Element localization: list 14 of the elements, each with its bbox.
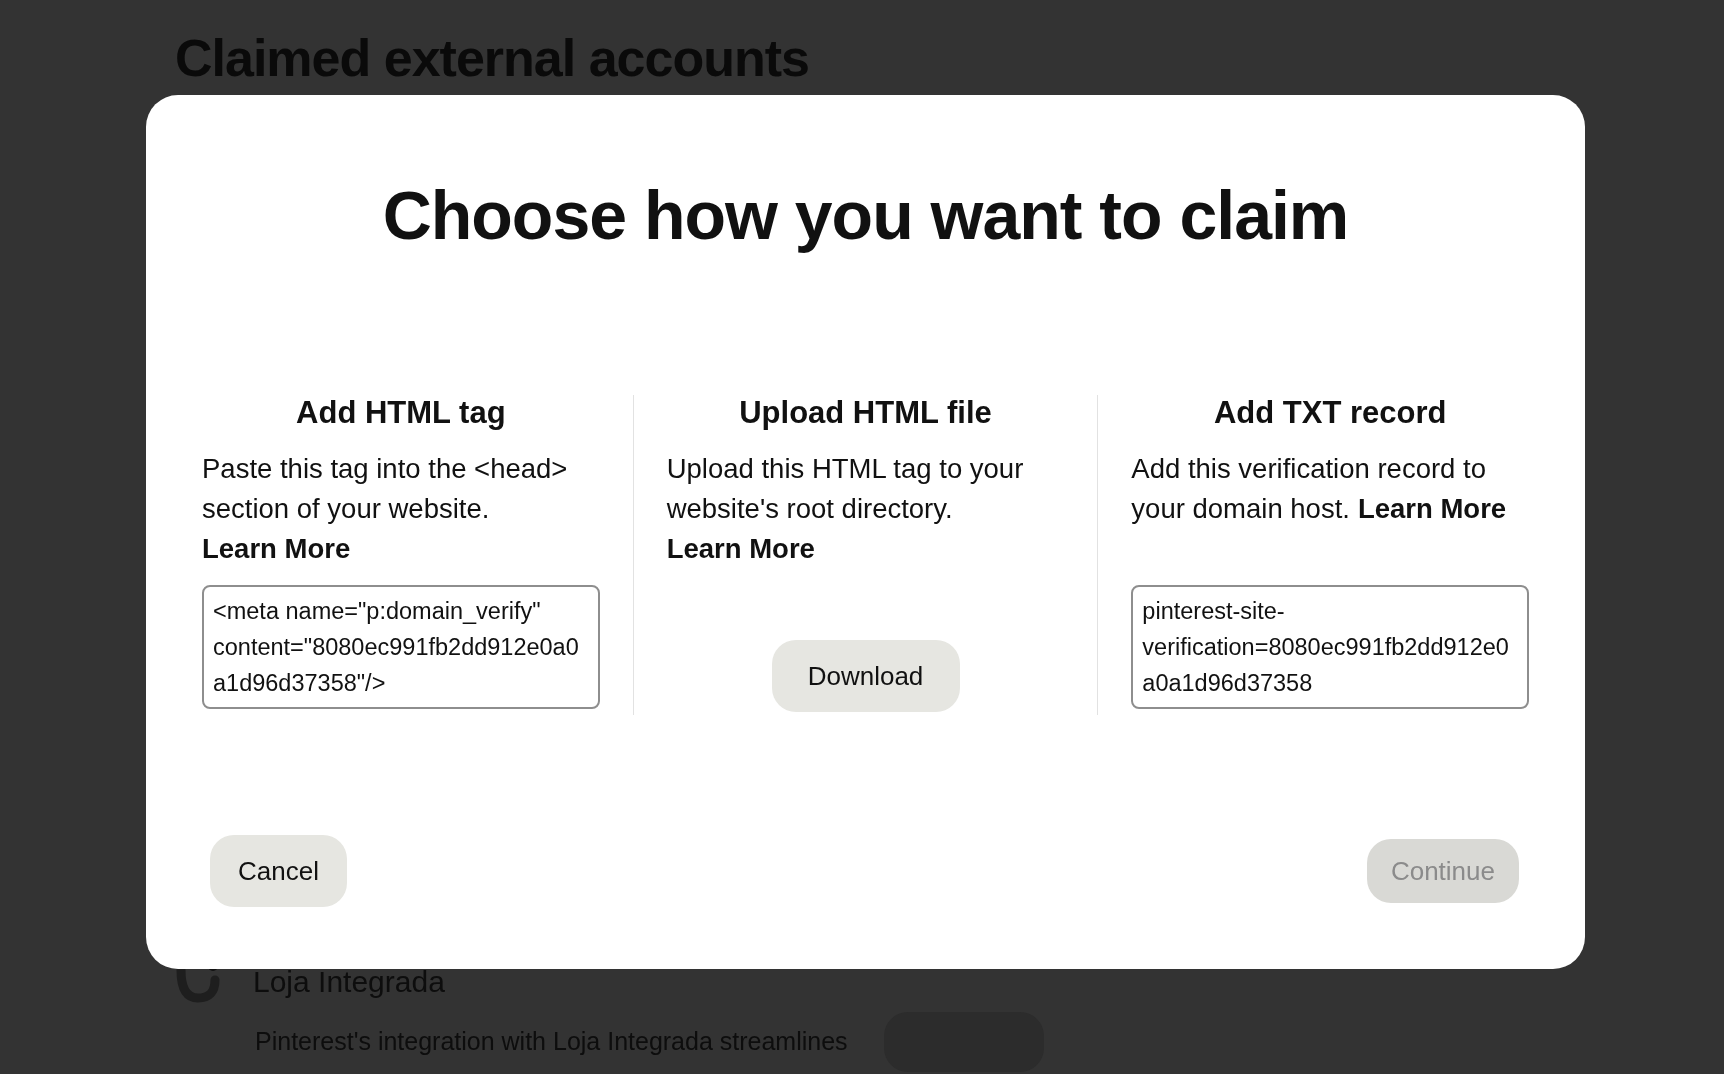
option-description: Paste this tag into the <head> section of your website. Learn More [202,449,600,569]
learn-more-link[interactable]: Learn More [1357,493,1507,524]
download-button[interactable]: Download [771,640,960,712]
learn-more-link[interactable]: Learn More [666,529,815,569]
option-description: Upload this HTML tag to your website's root directory. Learn More [666,449,1065,569]
learn-more-link[interactable]: Learn More [202,529,351,569]
option-heading: Add TXT record [1212,395,1448,431]
dialog-title: Choose how you want to claim [381,176,1350,255]
option-heading: Add HTML tag [295,395,507,431]
cancel-button[interactable]: Cancel [210,835,347,907]
code-field[interactable]: pinterest-site-verification=8080ec991fb2dd912e0a0a1d96d37358 [1131,585,1529,709]
option-description: Add this verification record to your domain host. Learn More [1131,452,1508,526]
code-field[interactable]: <meta name="p:domain_verify" content="8080ec991fb2dd912e0a0a1d96d37358"/> [202,585,600,709]
option-heading: Upload HTML file [738,395,993,431]
